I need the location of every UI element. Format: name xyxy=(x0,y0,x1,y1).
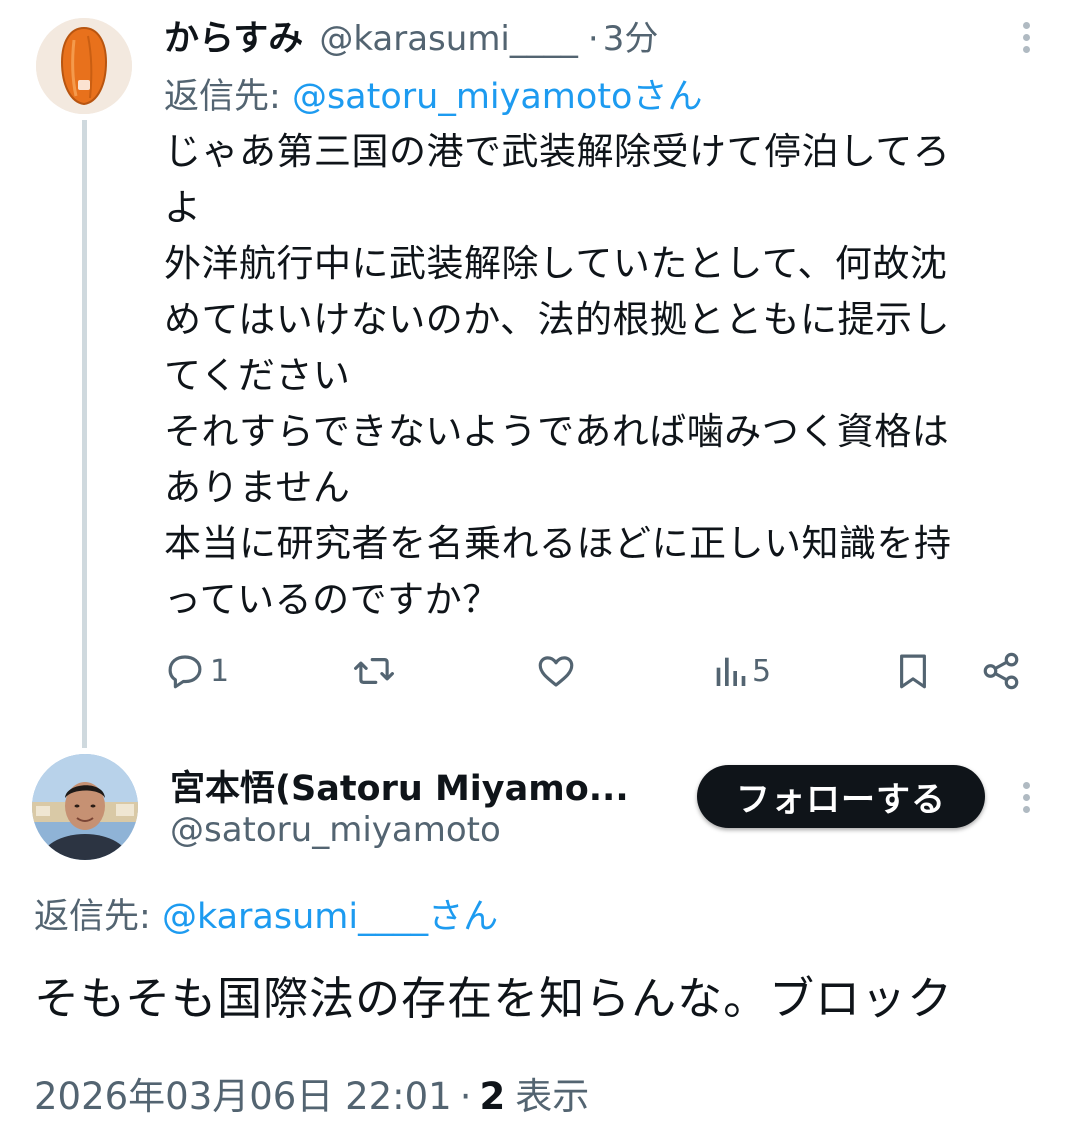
user-handle[interactable]: @karasumi____ xyxy=(319,19,578,59)
avatar-satoru-miyamoto[interactable] xyxy=(32,754,138,860)
more-icon[interactable] xyxy=(1022,22,1030,58)
like-button[interactable] xyxy=(534,645,582,697)
retweet-button[interactable] xyxy=(352,645,400,697)
reply-to-line: 返信先: @karasumi____さん xyxy=(34,888,498,939)
display-name[interactable]: 宮本悟(Satoru Miyamo... xyxy=(170,760,629,811)
bookmark-button[interactable] xyxy=(892,645,934,697)
tweet-meta-row: 2026年03月06日 22:01 · 2 表示 xyxy=(34,1066,589,1120)
views-count: 5 xyxy=(752,653,772,689)
avatar-karasumi[interactable] xyxy=(36,18,132,114)
more-icon[interactable] xyxy=(1022,782,1030,818)
bookmark-icon xyxy=(900,654,926,689)
views-button[interactable]: 5 xyxy=(712,645,771,697)
separator-dot: · xyxy=(459,1075,472,1118)
karasumi-avatar-image xyxy=(36,18,132,114)
views-icon xyxy=(716,657,746,686)
tweet-timestamp[interactable]: 2026年03月06日 22:01 xyxy=(34,1066,452,1120)
follow-button[interactable]: フォローする xyxy=(697,765,985,828)
miyamoto-avatar-photo xyxy=(32,754,138,860)
tweet-text-line: めてはいけないのか、法的根拠とともに提示し xyxy=(164,298,951,341)
reply-to-handle-link[interactable]: @satoru_miyamotoさん xyxy=(292,77,703,117)
tweet-text-line: じゃあ第三国の港で武装解除受けて停泊してろ xyxy=(164,130,951,173)
heart-icon xyxy=(538,656,574,687)
tweet-text-line: 外洋航行中に武装解除していたとして、何故沈 xyxy=(164,242,948,285)
share-icon xyxy=(983,652,1019,690)
tweet-text-line: っているのですか？ xyxy=(164,578,500,621)
reply-button[interactable]: 1 xyxy=(164,645,229,697)
reply-to-label: 返信先: xyxy=(34,897,151,937)
reply-to-handle-link[interactable]: @karasumi____さん xyxy=(162,897,498,937)
separator-dot: · xyxy=(587,19,599,59)
reply-count: 1 xyxy=(210,653,230,689)
reply-tweet-text: じゃあ第三国の港で武装解除受けて停泊してろ よ 外洋航行中に武装解除していたとし… xyxy=(164,124,1054,628)
main-tweet-text: そもそも国際法の存在を知らんな。ブロック xyxy=(34,972,954,1025)
user-handle[interactable]: @satoru_miyamoto xyxy=(170,810,501,850)
share-button[interactable] xyxy=(980,645,1022,697)
reply-icon xyxy=(168,655,202,689)
reply-to-line: 返信先: @satoru_miyamotoさん xyxy=(164,68,702,119)
views-label: 表示 xyxy=(515,1075,590,1118)
tweet-text-line: てください xyxy=(164,354,351,397)
reply-tweet-header: からすみ @karasumi____ · 3分 xyxy=(164,10,658,60)
tweet-text-line: よ xyxy=(164,186,202,229)
reply-to-label: 返信先: xyxy=(164,77,281,117)
tweet-text-line: ありません xyxy=(164,466,351,509)
display-name[interactable]: からすみ xyxy=(164,10,303,61)
tweet-text-line: 本当に研究者を名乗れるほどに正しい知識を持 xyxy=(164,522,952,565)
tweet-text-line: それすらできないようであれば噛みつく資格は xyxy=(164,410,950,453)
tweet-time[interactable]: 3分 xyxy=(603,11,659,60)
retweet-icon xyxy=(354,658,394,684)
views-count: 2 xyxy=(479,1075,506,1118)
thread-connector-line xyxy=(82,120,87,748)
